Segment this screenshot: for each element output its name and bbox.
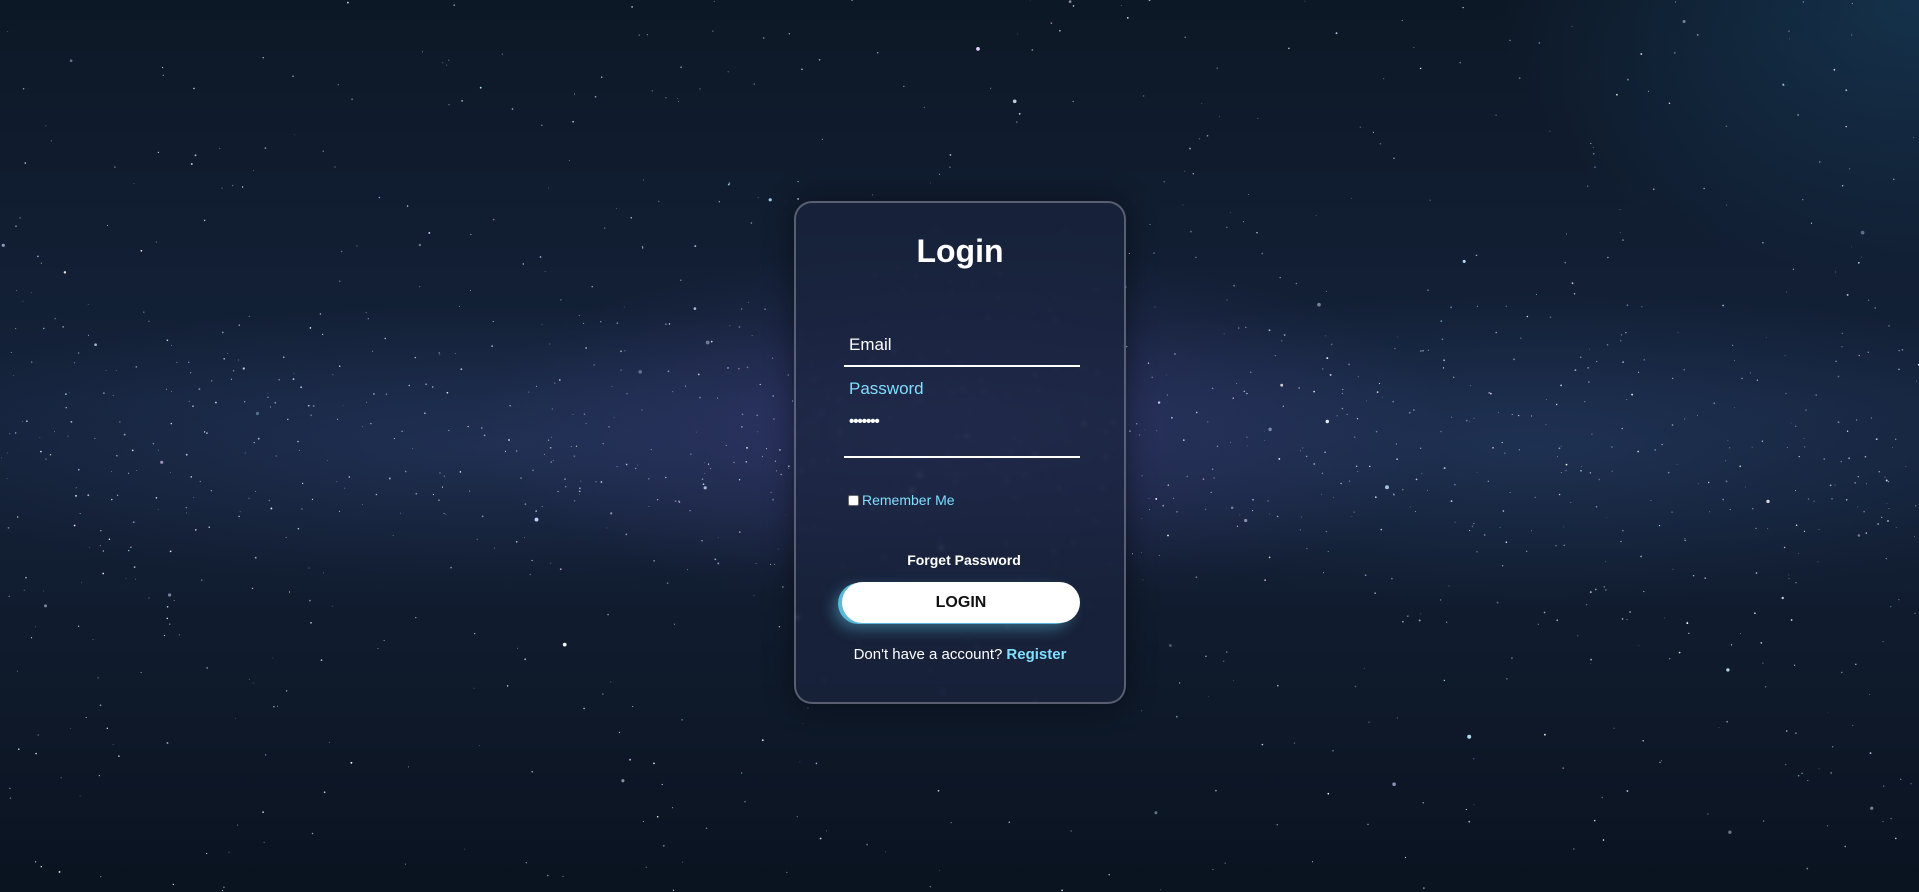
password-value[interactable]: ••••••• [849,413,880,430]
password-label: Password [849,379,924,398]
signup-prompt: Don't have a account? Register [796,646,1124,663]
remember-label[interactable]: Remember Me [862,492,955,508]
login-title: Login [916,233,1004,269]
password-field[interactable]: Password ••••••• [844,373,1080,458]
forget-password-link[interactable]: Forget Password [796,552,1124,568]
no-account-text: Don't have a account? [853,646,1003,663]
register-link[interactable]: Register [1006,646,1066,663]
login-card: Login Email Password ••••••• Remember Me… [794,201,1126,704]
remember-checkbox[interactable] [848,494,859,506]
login-button[interactable]: LOGIN [842,582,1080,623]
email-label: Email [849,335,892,354]
remember-me[interactable]: Remember Me [848,492,955,508]
email-underline [844,365,1080,367]
password-underline [844,456,1080,458]
email-field[interactable]: Email [844,315,1080,367]
